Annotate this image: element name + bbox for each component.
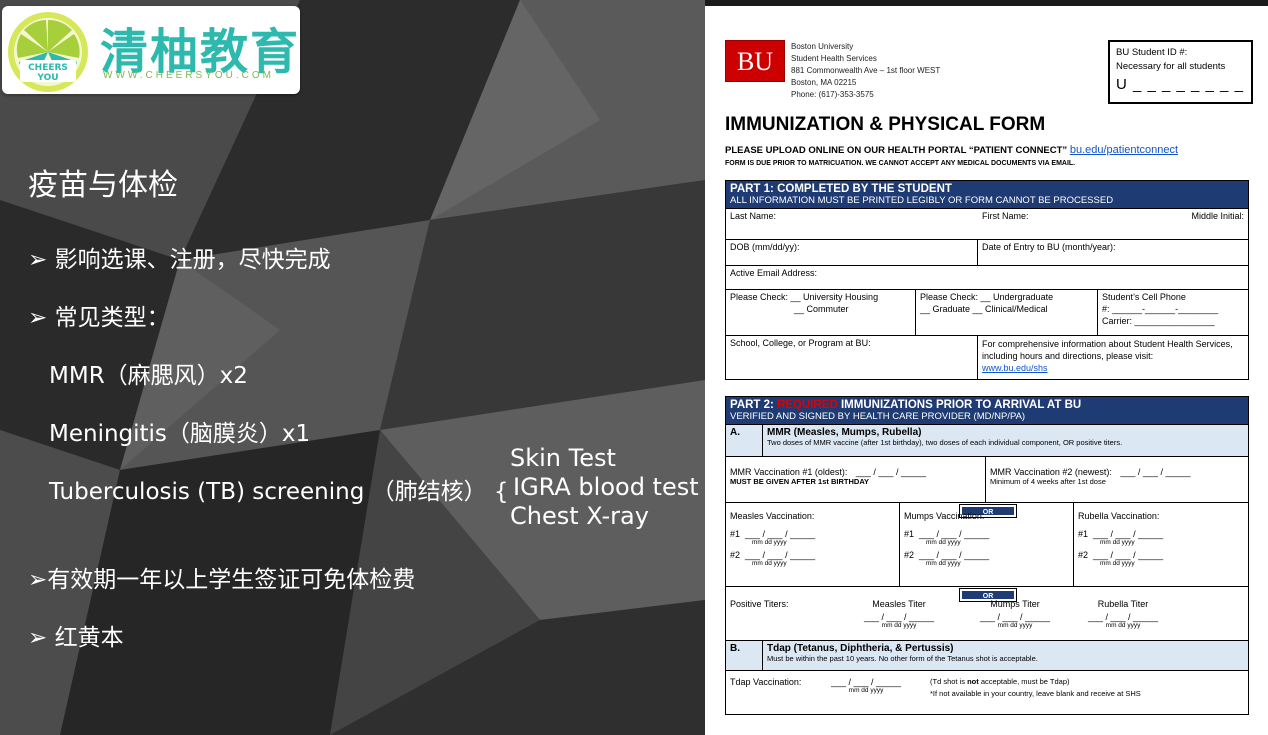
upload-note: PLEASE UPLOAD ONLINE ON OUR HEALTH PORTA… [725, 144, 1179, 156]
mmr-vaccination-row[interactable]: MMR Vaccination #1 (oldest): ___ / ___ /… [726, 456, 1248, 502]
dob-row[interactable]: DOB (mm/dd/yy): Date of Entry to BU (mon… [726, 239, 1248, 265]
part2-table: PART 2: REQUIRED IMMUNIZATIONS PRIOR TO … [725, 396, 1249, 715]
bullet-common-types: ➢ 常见类型： [28, 305, 170, 331]
svg-text:CHEERS: CHEERS [28, 63, 68, 73]
item-tuberculosis: Tuberculosis (TB) screening （肺结核） { [49, 479, 509, 505]
tdap-section-header: B. Tdap (Tetanus, Diphtheria, & Pertussi… [726, 640, 1248, 670]
due-note: FORM IS DUE PRIOR TO MATRICUATION. WE CA… [725, 160, 1076, 167]
tb-option-chest-xray: Chest X-ray [510, 502, 649, 530]
cheersyou-logo: CHEERS YOU 清柚教育 WWW.CHEERSYOU.COM [2, 6, 300, 94]
bu-logo: BU [725, 40, 785, 82]
item-mmr: MMR（麻腮风）x2 [49, 363, 248, 389]
school-row[interactable]: School, College, or Program at BU: For c… [726, 335, 1248, 379]
patient-connect-link[interactable]: bu.edu/patientconnect [1070, 144, 1178, 156]
bullet-yellow-book: ➢ 红黄本 [28, 625, 124, 651]
checks-row[interactable]: Please Check: __ University Housing __ C… [726, 289, 1248, 335]
email-row[interactable]: Active Email Address: [726, 265, 1248, 289]
individual-vaccination-row[interactable]: Measles Vaccination: #1 ___ / ___ / ____… [726, 502, 1248, 586]
orange-slice-icon: CHEERS YOU [8, 12, 88, 92]
name-row[interactable]: Last Name: First Name: Middle Initial: [726, 208, 1248, 239]
bullet-enrollment: ➢ 影响选课、注册，尽快完成 [28, 247, 331, 273]
bu-address: Boston University Student Health Service… [791, 42, 941, 99]
mmr-section-header: A. MMR (Measles, Mumps, Rubella) Two dos… [726, 424, 1248, 456]
titers-row[interactable]: Positive Titers: Measles Titer ___ / ___… [726, 586, 1248, 640]
student-id-field[interactable]: U _ _ _ _ _ _ _ _ [1116, 77, 1245, 92]
item-meningitis: Meningitis（脑膜炎）x1 [49, 421, 311, 447]
student-id-box[interactable]: BU Student ID #: Necessary for all stude… [1108, 40, 1253, 104]
part2-header: PART 2: REQUIRED IMMUNIZATIONS PRIOR TO … [726, 397, 1248, 424]
tb-option-skin-test: Skin Test [510, 444, 616, 472]
tb-option-igra: IGRA blood test [513, 473, 699, 501]
shs-link[interactable]: www.bu.edu/shs [982, 363, 1048, 373]
tdap-row[interactable]: Tdap Vaccination: ___ / ___ / _____ mm d… [726, 670, 1248, 704]
brand-url: WWW.CHEERSYOU.COM [103, 70, 274, 81]
bullet-visa-exemption: ➢有效期一年以上学生签证可免体检费 [28, 567, 416, 593]
slide: CHEERS YOU 清柚教育 WWW.CHEERSYOU.COM 疫苗与体检 … [0, 0, 1268, 735]
immunization-form: BU Boston University Student Health Serv… [705, 6, 1268, 735]
slide-title: 疫苗与体检 [28, 168, 178, 203]
svg-text:YOU: YOU [36, 73, 58, 83]
part1-table: PART 1: COMPLETED BY THE STUDENT ALL INF… [725, 180, 1249, 380]
part1-header: PART 1: COMPLETED BY THE STUDENT ALL INF… [726, 181, 1248, 208]
form-title: IMMUNIZATION & PHYSICAL FORM [725, 114, 1046, 135]
